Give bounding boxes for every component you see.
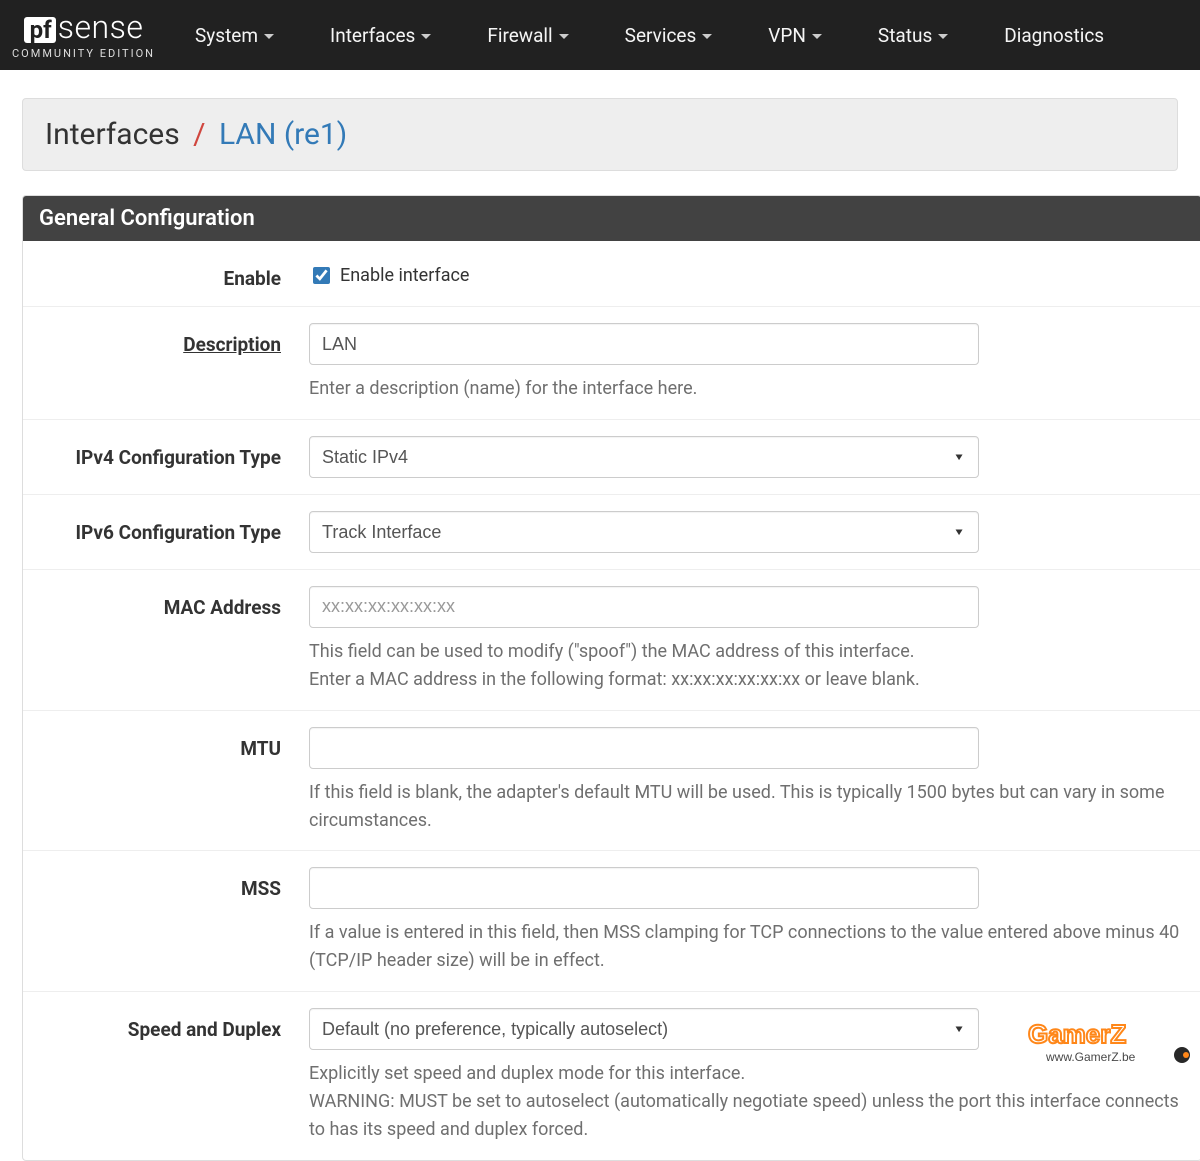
nav-label: Firewall xyxy=(487,24,552,47)
ipv6-type-select[interactable]: Track Interface xyxy=(309,511,979,553)
row-enable: Enable Enable interface xyxy=(23,241,1200,307)
enable-checkbox-wrap[interactable]: Enable interface xyxy=(309,257,1187,286)
nav-label: Diagnostics xyxy=(1004,24,1104,47)
row-mtu: MTU If this field is blank, the adapter'… xyxy=(23,711,1200,852)
mac-help-2: Enter a MAC address in the following for… xyxy=(309,666,1187,694)
nav-system[interactable]: System xyxy=(195,24,274,47)
nav-interfaces[interactable]: Interfaces xyxy=(330,24,431,47)
breadcrumb: Interfaces / LAN (re1) xyxy=(22,98,1178,171)
mtu-input[interactable] xyxy=(309,727,979,769)
row-mac: MAC Address This field can be used to mo… xyxy=(23,570,1200,711)
nav-vpn[interactable]: VPN xyxy=(768,24,822,47)
nav-label: Services xyxy=(625,24,697,47)
row-speed-duplex: Speed and Duplex Default (no preference,… xyxy=(23,992,1200,1160)
mtu-help: If this field is blank, the adapter's de… xyxy=(309,779,1187,835)
speed-help-2: WARNING: MUST be set to autoselect (auto… xyxy=(309,1088,1187,1144)
caret-down-icon xyxy=(938,34,948,39)
panel-title: General Configuration xyxy=(23,196,1200,241)
nav-services[interactable]: Services xyxy=(625,24,713,47)
speed-help-1: Explicitly set speed and duplex mode for… xyxy=(309,1060,1187,1088)
caret-down-icon xyxy=(421,34,431,39)
nav-label: Status xyxy=(878,24,932,47)
nav-firewall[interactable]: Firewall xyxy=(487,24,568,47)
enable-checkbox[interactable] xyxy=(313,267,330,284)
nav-label: VPN xyxy=(768,24,806,47)
caret-down-icon xyxy=(812,34,822,39)
enable-checkbox-label: Enable interface xyxy=(340,265,469,286)
mss-input[interactable] xyxy=(309,867,979,909)
label-mtu: MTU xyxy=(29,727,309,760)
mac-help-1: This field can be used to modify ("spoof… xyxy=(309,638,1187,666)
row-description: Description Enter a description (name) f… xyxy=(23,307,1200,420)
speed-duplex-select[interactable]: Default (no preference, typically autose… xyxy=(309,1008,979,1050)
label-mac: MAC Address xyxy=(29,586,309,619)
caret-down-icon xyxy=(264,34,274,39)
row-ipv4-type: IPv4 Configuration Type Static IPv4 xyxy=(23,420,1200,495)
label-speed-duplex: Speed and Duplex xyxy=(29,1008,309,1041)
nav-label: Interfaces xyxy=(330,24,415,47)
brand-text: sense xyxy=(58,11,144,43)
mss-help: If a value is entered in this field, the… xyxy=(309,919,1187,975)
mac-input[interactable] xyxy=(309,586,979,628)
breadcrumb-active[interactable]: LAN (re1) xyxy=(219,117,347,152)
label-enable: Enable xyxy=(29,257,309,290)
panel-general-config: General Configuration Enable Enable inte… xyxy=(22,195,1200,1161)
label-mss: MSS xyxy=(29,867,309,900)
breadcrumb-root[interactable]: Interfaces xyxy=(45,117,180,152)
ipv4-type-select[interactable]: Static IPv4 xyxy=(309,436,979,478)
nav-diagnostics[interactable]: Diagnostics xyxy=(1004,24,1104,47)
caret-down-icon xyxy=(559,34,569,39)
description-input[interactable] xyxy=(309,323,979,365)
row-mss: MSS If a value is entered in this field,… xyxy=(23,851,1200,992)
breadcrumb-separator: / xyxy=(187,117,211,152)
top-nav: pf sense COMMUNITY EDITION System Interf… xyxy=(0,0,1200,70)
caret-down-icon xyxy=(702,34,712,39)
label-ipv4-type: IPv4 Configuration Type xyxy=(29,436,309,469)
label-description: Description xyxy=(29,323,309,356)
label-ipv6-type: IPv6 Configuration Type xyxy=(29,511,309,544)
brand-box: pf xyxy=(24,17,56,43)
brand-logo[interactable]: pf sense COMMUNITY EDITION xyxy=(12,11,195,60)
nav-items: System Interfaces Firewall Services VPN … xyxy=(195,24,1200,47)
description-help: Enter a description (name) for the inter… xyxy=(309,375,1187,403)
nav-status[interactable]: Status xyxy=(878,24,948,47)
brand-subtitle: COMMUNITY EDITION xyxy=(12,47,155,60)
row-ipv6-type: IPv6 Configuration Type Track Interface xyxy=(23,495,1200,570)
nav-label: System xyxy=(195,24,258,47)
